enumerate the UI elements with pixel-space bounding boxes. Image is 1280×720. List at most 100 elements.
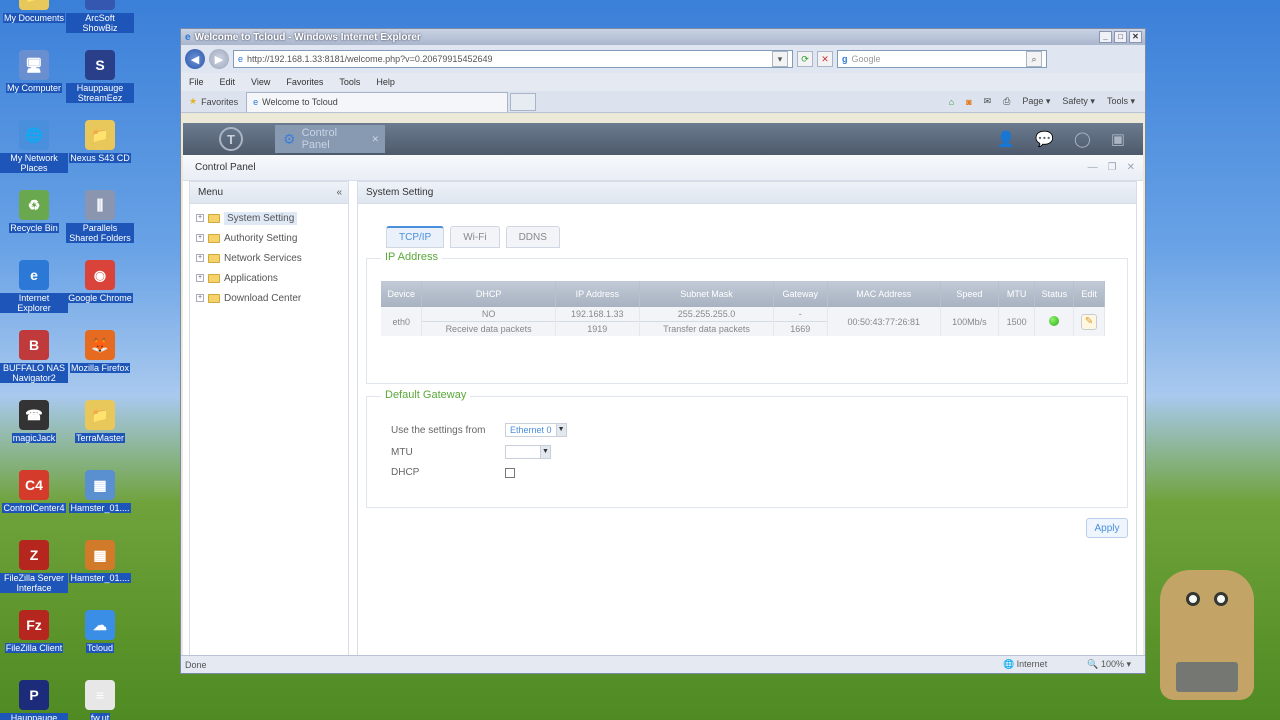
desktop-icon[interactable]: e Internet Explorer bbox=[0, 260, 68, 313]
page-menu[interactable]: Page ▾ bbox=[1022, 96, 1050, 107]
desktop-icon-label: fw.ut bbox=[89, 713, 111, 720]
status-text: Done bbox=[185, 659, 207, 670]
mtu-select[interactable]: ▼ bbox=[505, 445, 551, 459]
zoom-text[interactable]: 🔍 100% ▾ bbox=[1087, 659, 1131, 670]
chat-icon[interactable]: 💬 bbox=[1035, 130, 1054, 148]
favorites-bar: ★ Favorites e Welcome to Tcloud ⌂ ◙ ✉ ⎙ … bbox=[181, 91, 1145, 113]
stop-button[interactable]: ✕ bbox=[817, 51, 833, 67]
desktop-icon-label: Nexus S43 CD bbox=[69, 153, 131, 163]
desktop-icon[interactable]: 🦊 Mozilla Firefox bbox=[66, 330, 134, 373]
minimize-button[interactable]: _ bbox=[1099, 31, 1112, 43]
menu-item-tools[interactable]: Tools bbox=[339, 77, 360, 87]
expand-icon[interactable]: + bbox=[196, 294, 204, 302]
panel-restore-icon[interactable]: ❐ bbox=[1108, 162, 1117, 173]
desktop-icon[interactable]: ▦ Hamster_01.... bbox=[66, 470, 134, 513]
tcloud-logo[interactable]: T bbox=[219, 127, 243, 151]
desktop-icon[interactable]: ⫼ Parallels Shared Folders bbox=[66, 190, 134, 243]
desktop-icon-glyph: 📁 bbox=[85, 120, 115, 150]
info-icon[interactable]: ◯ bbox=[1074, 130, 1091, 148]
desktop-icon[interactable]: S ArcSoft ShowBiz bbox=[66, 0, 134, 33]
mascot-eye-left bbox=[1186, 592, 1200, 606]
apply-button[interactable]: Apply bbox=[1086, 518, 1128, 538]
desktop-icon[interactable]: 📁 Nexus S43 CD bbox=[66, 120, 134, 163]
desktop-icon-glyph: 🖥 bbox=[19, 50, 49, 80]
expand-icon[interactable]: + bbox=[196, 234, 204, 242]
sidebar-item-authority-setting[interactable]: + Authority Setting bbox=[190, 228, 348, 248]
desktop-icon[interactable]: ♻ Recycle Bin bbox=[0, 190, 68, 233]
tab-ddns[interactable]: DDNS bbox=[505, 226, 560, 248]
desktop-icon-label: ControlCenter4 bbox=[2, 503, 66, 513]
menu-item-file[interactable]: File bbox=[189, 77, 204, 87]
tab-tcpip[interactable]: TCP/IP bbox=[386, 226, 445, 248]
column-header: Status bbox=[1034, 281, 1075, 307]
title-bar[interactable]: e Welcome to Tcloud - Windows Internet E… bbox=[181, 29, 1145, 45]
new-tab-button[interactable] bbox=[510, 92, 537, 111]
control-panel-tab[interactable]: ⚙ Control Panel ✕ bbox=[275, 125, 385, 153]
use-settings-select[interactable]: Ethernet 0 ▼ bbox=[505, 423, 567, 437]
dhcp-checkbox[interactable] bbox=[505, 467, 515, 478]
search-input[interactable]: g Google ⌕ bbox=[837, 50, 1047, 68]
page-icon: e bbox=[238, 54, 244, 64]
desktop-icon[interactable]: ≡ fw.ut bbox=[66, 680, 134, 720]
refresh-button[interactable]: ⟳ bbox=[797, 51, 813, 67]
sidebar-item-applications[interactable]: + Applications bbox=[190, 268, 348, 288]
sidebar-item-download-center[interactable]: + Download Center bbox=[190, 288, 348, 308]
tab-wifi[interactable]: Wi-Fi bbox=[450, 226, 500, 248]
close-tab-icon[interactable]: ✕ bbox=[371, 134, 385, 145]
back-button[interactable]: ◀ bbox=[185, 49, 205, 69]
mascot-gadget[interactable] bbox=[1160, 570, 1254, 700]
menu-item-favorites[interactable]: Favorites bbox=[286, 77, 323, 87]
mail-icon[interactable]: ✉ bbox=[984, 96, 992, 107]
panel-close-icon[interactable]: ✕ bbox=[1127, 162, 1135, 173]
browser-tab[interactable]: e Welcome to Tcloud bbox=[246, 91, 509, 112]
desktop-icon[interactable]: P Hauppauge Personal Lo... bbox=[0, 680, 68, 720]
desktop-icon-label: Hamster_01.... bbox=[69, 573, 131, 583]
desktop-icon[interactable]: C4 ControlCenter4 bbox=[0, 470, 68, 513]
desktop-icon[interactable]: Z FileZilla Server Interface bbox=[0, 540, 68, 593]
user-icon[interactable]: 👤 bbox=[997, 130, 1016, 148]
desktop-icon[interactable]: Fz FileZilla Client bbox=[0, 610, 68, 653]
folder-icon bbox=[208, 213, 220, 223]
safety-menu[interactable]: Safety ▾ bbox=[1062, 96, 1095, 107]
desktop-icon[interactable]: 📁 TerraMaster bbox=[66, 400, 134, 443]
desktop-icon[interactable]: ▦ Hamster_01.... bbox=[66, 540, 134, 583]
maximize-button[interactable]: □ bbox=[1114, 31, 1127, 43]
close-button[interactable]: ✕ bbox=[1129, 31, 1142, 43]
collapse-icon[interactable]: « bbox=[336, 187, 348, 198]
home-icon[interactable]: ⌂ bbox=[949, 97, 954, 107]
expand-icon[interactable]: + bbox=[196, 254, 204, 262]
address-dropdown-icon[interactable]: ▾ bbox=[772, 51, 788, 67]
use-settings-label: Use the settings from bbox=[391, 424, 486, 436]
feeds-icon[interactable]: ◙ bbox=[966, 97, 971, 107]
desktop-icon[interactable]: 🖥 My Computer bbox=[0, 50, 68, 93]
expand-icon[interactable]: + bbox=[196, 274, 204, 282]
tools-menu[interactable]: Tools ▾ bbox=[1107, 96, 1135, 107]
sidebar-item-network-services[interactable]: + Network Services bbox=[190, 248, 348, 268]
search-icon[interactable]: ⌕ bbox=[1026, 51, 1042, 67]
sidebar-item-system-setting[interactable]: + System Setting bbox=[190, 208, 348, 228]
print-icon[interactable]: ⎙ bbox=[1003, 96, 1010, 107]
use-settings-row: Use the settings from Ethernet 0 ▼ bbox=[391, 423, 567, 437]
edit-icon[interactable]: ✎ bbox=[1081, 313, 1098, 330]
language-icon[interactable]: ▣ bbox=[1111, 130, 1125, 148]
desktop-icon[interactable]: ☁ Tcloud bbox=[66, 610, 134, 653]
panel-minimize-icon[interactable]: — bbox=[1088, 162, 1098, 173]
cell-gateway: - bbox=[773, 307, 828, 322]
address-bar[interactable]: e http://192.168.1.33:8181/welcome.php?v… bbox=[233, 50, 793, 68]
desktop-icon[interactable]: 🌐 My Network Places bbox=[0, 120, 68, 173]
desktop-icon-label: Tcloud bbox=[85, 643, 114, 653]
ie-window: e Welcome to Tcloud - Windows Internet E… bbox=[180, 28, 1146, 674]
desktop-icon[interactable]: ◉ Google Chrome bbox=[66, 260, 134, 303]
expand-icon[interactable]: + bbox=[196, 214, 204, 222]
menu-item-help[interactable]: Help bbox=[376, 77, 395, 87]
desktop-icon[interactable]: B BUFFALO NAS Navigator2 bbox=[0, 330, 68, 383]
desktop-icon[interactable]: 📁 My Documents bbox=[0, 0, 68, 23]
settings-header: System Setting bbox=[358, 182, 1136, 204]
menu-item-view[interactable]: View bbox=[251, 77, 270, 87]
desktop-icon[interactable]: ☎ magicJack bbox=[0, 400, 68, 443]
desktop-icon-glyph: Fz bbox=[19, 610, 49, 640]
menu-item-edit[interactable]: Edit bbox=[220, 77, 236, 87]
forward-button[interactable]: ▶ bbox=[209, 49, 229, 69]
favorites-button[interactable]: ★ Favorites bbox=[181, 96, 246, 107]
desktop-icon[interactable]: S Hauppauge StreamEez bbox=[66, 50, 134, 103]
